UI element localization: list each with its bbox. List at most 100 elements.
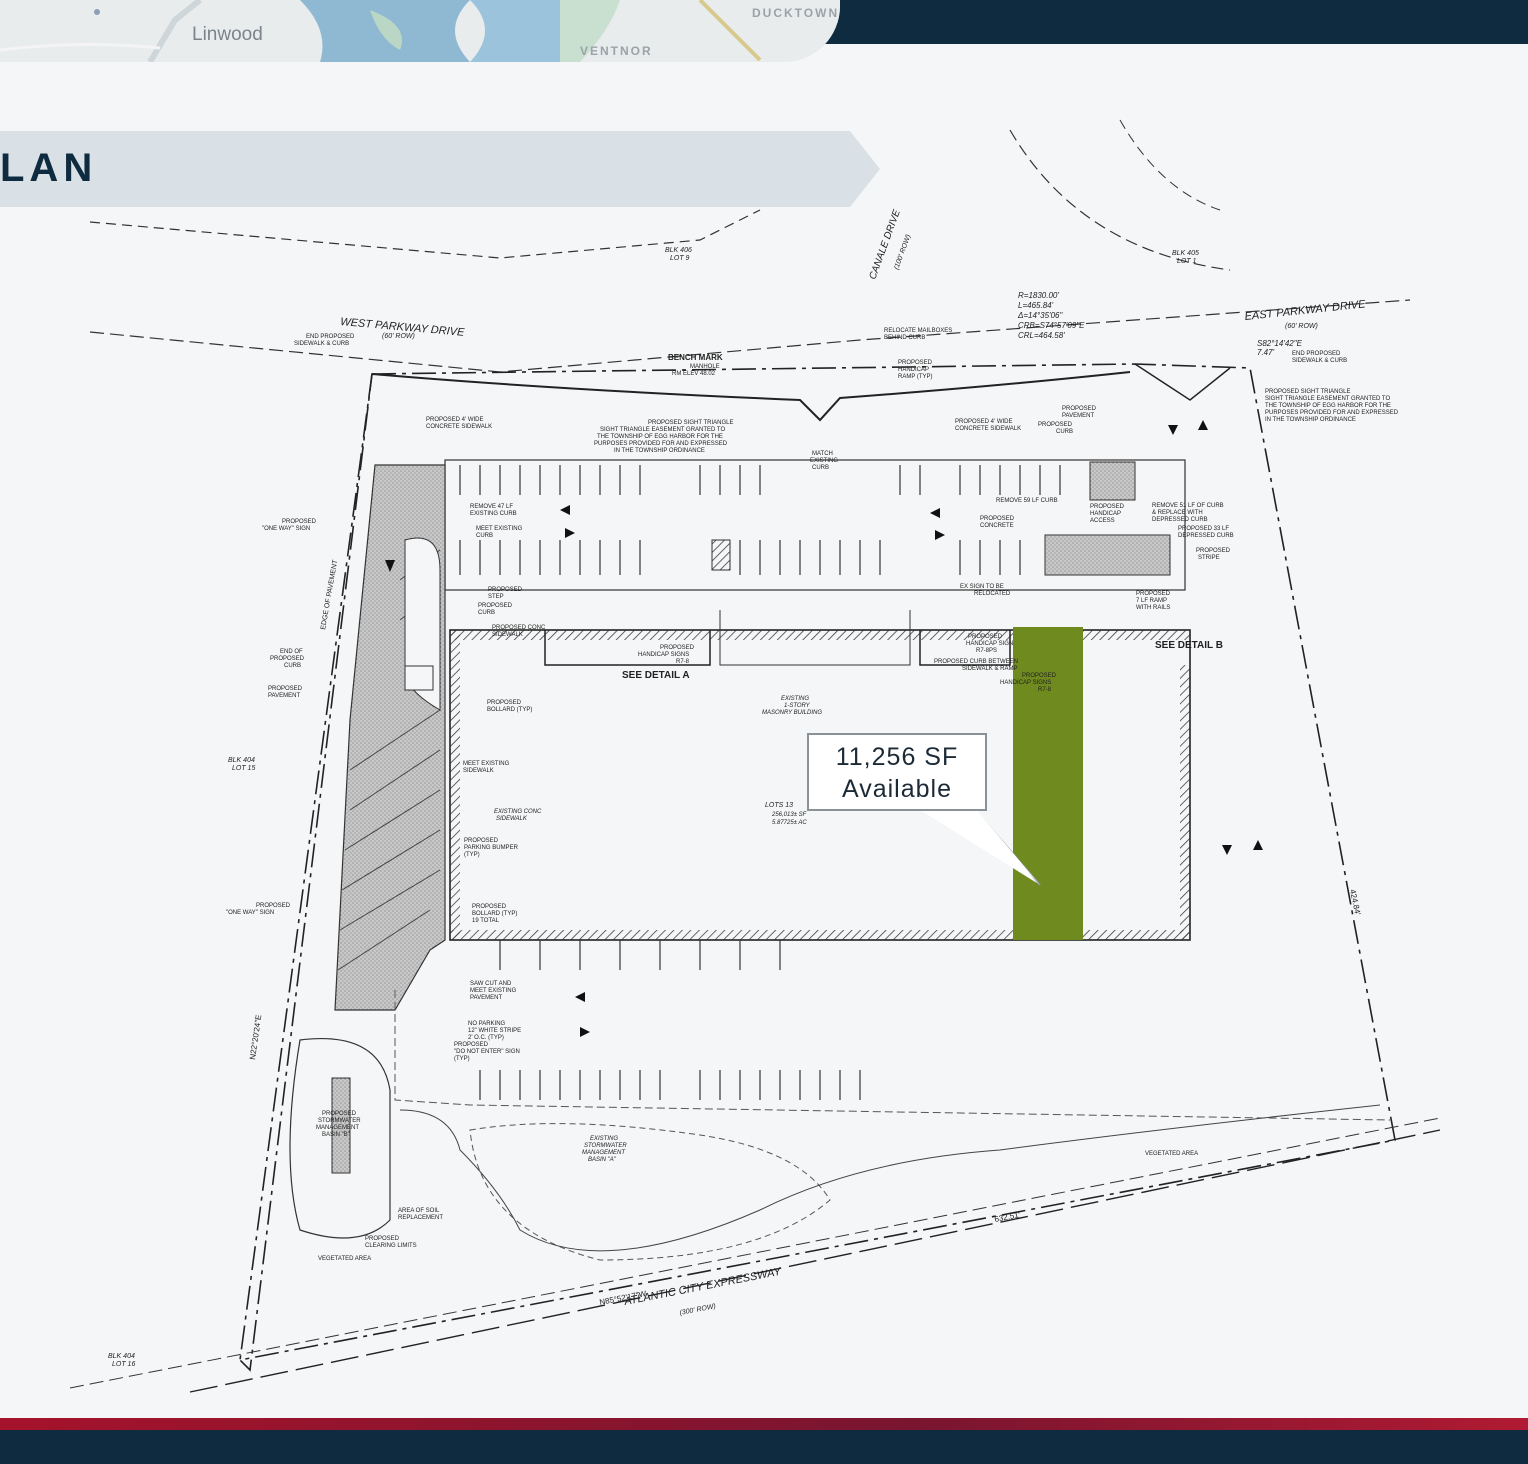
svg-text:PROPOSED 4' WIDE: PROPOSED 4' WIDE [955,419,1013,425]
svg-text:HANDICAP: HANDICAP [1090,511,1121,517]
svg-text:R7-8: R7-8 [676,659,690,665]
svg-text:PROPOSED SIGHT TRIANGLE: PROPOSED SIGHT TRIANGLE [648,420,733,426]
svg-text:BASIN "B": BASIN "B" [322,1132,350,1138]
svg-text:R7-8: R7-8 [1038,687,1052,693]
handicap-access-pad [1089,461,1136,501]
svg-text:RELOCATED: RELOCATED [974,591,1011,597]
svg-text:MASONRY BUILDING: MASONRY BUILDING [762,710,822,716]
header-band: Linwood DUCKTOWN VENTNOR [0,0,1528,62]
svg-text:PROPOSED 4' WIDE: PROPOSED 4' WIDE [426,417,484,423]
svg-text:PURPOSES PROVIDED FOR AND EXPR: PURPOSES PROVIDED FOR AND EXPRESSED [1265,410,1399,416]
svg-text:PROPOSED 33 LF: PROPOSED 33 LF [1178,526,1229,532]
svg-text:7 LF RAMP: 7 LF RAMP [1136,598,1167,604]
svg-text:"DO NOT ENTER" SIGN: "DO NOT ENTER" SIGN [454,1049,520,1055]
svg-text:EX SIGN TO BE: EX SIGN TO BE [960,584,1004,590]
svg-text:5.87725± AC: 5.87725± AC [772,820,807,826]
svg-text:BOLLARD (TYP): BOLLARD (TYP) [487,707,532,713]
svg-text:PAVEMENT: PAVEMENT [470,995,502,1001]
svg-text:HANDICAP SIGN: HANDICAP SIGN [966,641,1013,647]
svg-text:CONCRETE SIDEWALK: CONCRETE SIDEWALK [426,424,492,430]
map-label-area-2: VENTNOR [580,44,653,58]
svg-text:END PROPOSED: END PROPOSED [1292,351,1341,357]
svg-text:REPLACEMENT: REPLACEMENT [398,1215,443,1221]
svg-text:MANHOLE: MANHOLE [690,364,720,370]
svg-text:PROPOSED: PROPOSED [472,904,507,910]
svg-text:"ONE WAY" SIGN: "ONE WAY" SIGN [262,526,310,532]
svg-text:PURPOSES PROVIDED FOR AND EXPR: PURPOSES PROVIDED FOR AND EXPRESSED [594,441,728,447]
row-line-parkway [89,299,1411,373]
svg-text:PROPOSED SIGHT TRIANGLE: PROPOSED SIGHT TRIANGLE [1265,389,1350,395]
svg-text:STEP: STEP [488,594,504,600]
svg-text:CURB: CURB [812,465,829,471]
svg-text:PROPOSED: PROPOSED [464,838,499,844]
available-status-text: Available [841,775,952,803]
svg-text:REMOVE 59 LF CURB: REMOVE 59 LF CURB [996,498,1058,504]
svg-text:SIDEWALK & CURB: SIDEWALK & CURB [1292,358,1347,364]
svg-text:PROPOSED: PROPOSED [270,656,305,662]
svg-text:REMOVE 47 LF: REMOVE 47 LF [470,504,513,510]
svg-text:EDGE OF PAVEMENT: EDGE OF PAVEMENT [320,559,339,631]
svg-text:BLK 404: BLK 404 [228,757,255,764]
svg-text:N22°20'24"E: N22°20'24"E [248,1014,263,1060]
svg-text:1-STORY: 1-STORY [784,703,811,709]
see-detail-b: SEE DETAIL B [1155,640,1223,651]
svg-text:SIDEWALK & CURB: SIDEWALK & CURB [294,341,349,347]
svg-text:EXISTING CONC: EXISTING CONC [494,809,542,815]
svg-text:PROPOSED: PROPOSED [1062,406,1097,412]
svg-text:VEGETATED AREA: VEGETATED AREA [1145,1151,1198,1157]
svg-text:Δ=14°35'06": Δ=14°35'06" [1017,311,1063,320]
svg-text:PROPOSED: PROPOSED [898,360,933,366]
svg-text:R7-8PS: R7-8PS [976,648,997,654]
svg-text:EXISTING: EXISTING [781,696,809,702]
svg-text:HANDICAP: HANDICAP [898,367,929,373]
svg-text:HANDICAP SIGNS: HANDICAP SIGNS [638,652,689,658]
svg-text:DEPRESSED CURB: DEPRESSED CURB [1178,533,1234,539]
svg-text:LOT 9: LOT 9 [670,255,690,262]
svg-text:S82°14'42"E: S82°14'42"E [1257,339,1303,348]
svg-text:L=465.84': L=465.84' [1018,301,1054,310]
svg-text:7.47': 7.47' [1257,348,1275,357]
header-navy-bar [780,0,1528,44]
svg-text:EXISTING: EXISTING [590,1136,618,1142]
svg-text:CRL=464.58': CRL=464.58' [1018,331,1065,340]
svg-text:MEET EXISTING: MEET EXISTING [476,526,523,532]
svg-text:BENCH MARK: BENCH MARK [668,353,723,362]
svg-text:PROPOSED: PROPOSED [282,519,317,525]
svg-text:SIDEWALK: SIDEWALK [492,632,523,638]
svg-text:CURB: CURB [1056,429,1073,435]
svg-text:632.51': 632.51' [994,1210,1022,1224]
svg-text:2' O.C. (TYP): 2' O.C. (TYP) [468,1035,504,1041]
svg-text:MEET EXISTING: MEET EXISTING [463,761,510,767]
svg-text:CURB: CURB [476,533,493,539]
svg-text:PROPOSED: PROPOSED [256,903,291,909]
svg-text:(TYP): (TYP) [464,852,480,858]
svg-text:PROPOSED: PROPOSED [478,603,513,609]
svg-text:(TYP): (TYP) [454,1056,470,1062]
svg-text:RELOCATE MAILBOXES: RELOCATE MAILBOXES [884,328,952,334]
svg-text:& REPLACE WITH: & REPLACE WITH [1152,510,1203,516]
svg-text:MANAGEMENT: MANAGEMENT [316,1125,359,1131]
svg-text:MANAGEMENT: MANAGEMENT [582,1150,626,1156]
svg-text:CONCRETE SIDEWALK: CONCRETE SIDEWALK [955,426,1021,432]
map-label-town: Linwood [192,24,263,45]
svg-text:SIGHT TRIANGLE EASEMENT GRANTE: SIGHT TRIANGLE EASEMENT GRANTED TO [1265,396,1390,402]
svg-text:REMOVE 51 LF OF CURB: REMOVE 51 LF OF CURB [1152,503,1224,509]
svg-text:EXISTING: EXISTING [810,458,838,464]
svg-text:SAW CUT AND: SAW CUT AND [470,981,512,987]
svg-text:RAMP (TYP): RAMP (TYP) [898,374,933,380]
svg-text:DEPRESSED CURB: DEPRESSED CURB [1152,517,1208,523]
svg-text:BLK 404: BLK 404 [108,1353,135,1360]
svg-text:PROPOSED: PROPOSED [1090,504,1125,510]
svg-text:END OF: END OF [280,649,303,655]
site-plan-drawing: WEST PARKWAY DRIVE (60' ROW) EAST PARKWA… [69,119,1441,1393]
parking-stripes-north [459,465,1061,495]
svg-text:PROPOSED CURB BETWEEN: PROPOSED CURB BETWEEN [934,659,1018,665]
svg-text:PROPOSED: PROPOSED [488,587,523,593]
svg-text:THE TOWNSHIP OF EGG HARBOR FOR: THE TOWNSHIP OF EGG HARBOR FOR THE [1265,403,1391,409]
svg-text:LOT 15: LOT 15 [232,765,255,772]
svg-text:STRIPE: STRIPE [1198,555,1220,561]
svg-text:WITH RAILS: WITH RAILS [1136,605,1170,611]
map-label-area-1: DUCKTOWN [752,6,840,20]
svg-text:(100' ROW): (100' ROW) [893,234,912,271]
see-detail-a: SEE DETAIL A [622,670,690,681]
